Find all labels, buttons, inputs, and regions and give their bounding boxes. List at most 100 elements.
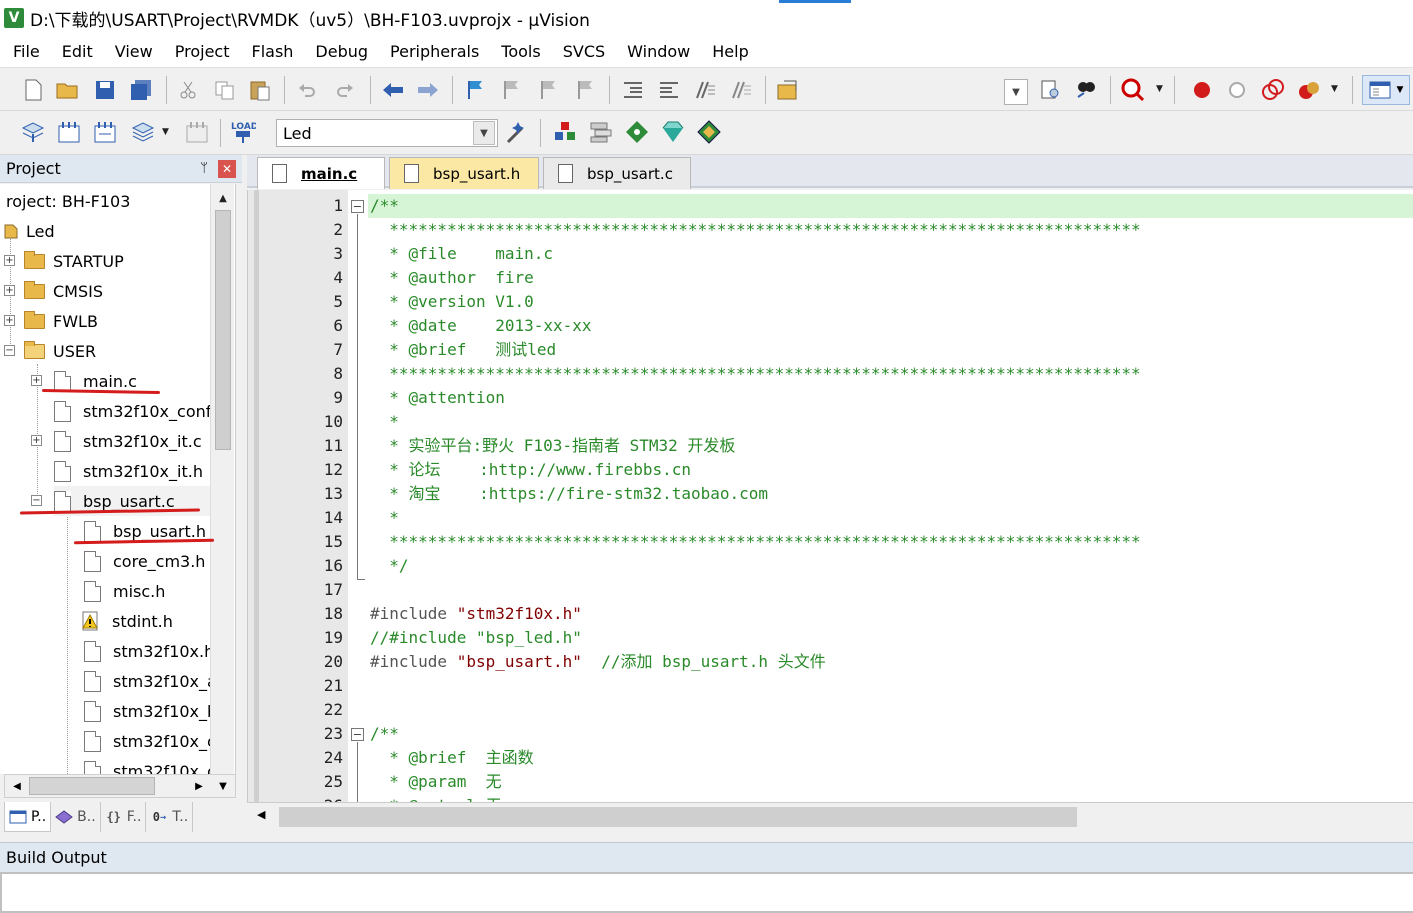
insert-breakpoint-icon[interactable] bbox=[1189, 77, 1215, 103]
menu-peripherals[interactable]: Peripherals bbox=[379, 42, 490, 61]
select-packs-icon[interactable] bbox=[624, 119, 650, 145]
fold-toggle-line-1[interactable]: − bbox=[351, 200, 364, 213]
collapse-user-toggle[interactable]: − bbox=[4, 345, 15, 356]
editor-tab-main-c[interactable]: main.c bbox=[257, 157, 385, 189]
tree-include-stdint[interactable]: stdint.h bbox=[80, 606, 173, 636]
editor-tab-bsp-usart-h[interactable]: bsp_usart.h bbox=[389, 157, 539, 189]
expand-main-c-toggle[interactable]: + bbox=[31, 375, 42, 386]
scroll-down-arrow[interactable]: ▼ bbox=[215, 778, 231, 794]
clear-bookmarks-icon[interactable] bbox=[572, 77, 598, 103]
next-bookmark-icon[interactable] bbox=[535, 77, 561, 103]
breakpoints-dropdown-arrow[interactable]: ▼ bbox=[1331, 84, 1338, 94]
tree-include-stm32f10x-c[interactable]: stm32f10x_c bbox=[84, 726, 216, 756]
disable-breakpoint-icon[interactable] bbox=[1224, 77, 1250, 103]
menu-tools[interactable]: Tools bbox=[490, 42, 551, 61]
unindent-icon[interactable] bbox=[656, 77, 682, 103]
save-all-icon[interactable] bbox=[128, 77, 154, 103]
tree-include-misc[interactable]: misc.h bbox=[84, 576, 165, 606]
code-text[interactable]: /** ************************************… bbox=[370, 194, 1141, 802]
copy-icon[interactable] bbox=[212, 77, 238, 103]
tab-templates[interactable]: 0 → T.. bbox=[146, 802, 194, 832]
close-panel-icon[interactable]: ✕ bbox=[218, 159, 236, 178]
editor-horizontal-scrollbar[interactable]: ◀ bbox=[247, 802, 1413, 830]
tree-include-stm32f10x-b[interactable]: stm32f10x_b bbox=[84, 696, 217, 726]
open-folder-icon[interactable] bbox=[55, 77, 81, 103]
tree-include-stm32f10x-c2[interactable]: stm32f10x_c bbox=[84, 756, 216, 774]
expand-cmsis-toggle[interactable]: + bbox=[4, 285, 15, 296]
translate-icon[interactable] bbox=[20, 119, 46, 145]
rebuild-icon[interactable] bbox=[92, 119, 118, 145]
tree-file-it-c[interactable]: stm32f10x_it.c bbox=[54, 426, 202, 456]
undo-icon[interactable] bbox=[294, 77, 320, 103]
menu-edit[interactable]: Edit bbox=[51, 42, 104, 61]
disable-all-breakpoints-icon[interactable] bbox=[1260, 77, 1286, 103]
fold-toggle-line-23[interactable]: − bbox=[351, 728, 364, 741]
menu-flash[interactable]: Flash bbox=[240, 42, 304, 61]
tree-vertical-scrollbar[interactable]: ▲ bbox=[210, 184, 234, 774]
hscroll-thumb[interactable] bbox=[29, 777, 155, 795]
indent-icon[interactable] bbox=[620, 77, 646, 103]
scroll-right-arrow[interactable]: ▶ bbox=[191, 778, 207, 794]
manage-project-items-icon[interactable] bbox=[552, 119, 578, 145]
stop-build-icon[interactable] bbox=[184, 119, 210, 145]
tree-include-stm32f10x-h[interactable]: stm32f10x.h bbox=[84, 636, 214, 666]
insert-bookmark-icon[interactable] bbox=[462, 77, 488, 103]
tree-file-it-h[interactable]: stm32f10x_it.h bbox=[54, 456, 203, 486]
incremental-find-icon[interactable] bbox=[1073, 77, 1099, 103]
target-dropdown-arrow[interactable]: ▼ bbox=[473, 121, 495, 145]
previous-bookmark-icon[interactable] bbox=[498, 77, 524, 103]
menu-svcs[interactable]: SVCS bbox=[552, 42, 616, 61]
expand-fwlb-toggle[interactable]: + bbox=[4, 315, 15, 326]
build-output-pane[interactable] bbox=[0, 872, 1413, 913]
window-layout-icon[interactable]: ▼ bbox=[1362, 75, 1410, 105]
paste-icon[interactable] bbox=[247, 77, 273, 103]
comment-icon[interactable] bbox=[692, 77, 718, 103]
code-editor[interactable]: 1 2 3 4 5 6 7 8 9 10 11 12 13 14 15 16 17 18 19 20 21 22 23 24 2… bbox=[247, 190, 1413, 802]
navigate-back-icon[interactable] bbox=[380, 77, 406, 103]
menu-window[interactable]: Window bbox=[616, 42, 701, 61]
menu-project[interactable]: Project bbox=[164, 42, 241, 61]
build-icon[interactable] bbox=[56, 119, 82, 145]
tree-group-user[interactable]: USER bbox=[24, 336, 96, 366]
tree-include-core-cm3[interactable]: core_cm3.h bbox=[84, 546, 205, 576]
menu-file[interactable]: File bbox=[0, 42, 51, 61]
debug-session-icon[interactable] bbox=[1120, 77, 1146, 103]
file-extensions-icon[interactable] bbox=[588, 119, 614, 145]
tree-group-cmsis[interactable]: CMSIS bbox=[24, 276, 103, 306]
target-selector[interactable]: Led ▼ bbox=[276, 119, 498, 147]
tree-group-fwlb[interactable]: FWLB bbox=[24, 306, 98, 336]
tree-project-root[interactable]: roject: BH-F103 bbox=[6, 186, 130, 216]
batch-dropdown-arrow[interactable]: ▼ bbox=[162, 127, 169, 137]
target-options-icon[interactable] bbox=[504, 119, 530, 145]
tree-target-led[interactable]: Led bbox=[4, 216, 55, 246]
expand-startup-toggle[interactable]: + bbox=[4, 255, 15, 266]
editor-tab-bsp-usart-c[interactable]: bsp_usart.c bbox=[543, 157, 691, 189]
debug-dropdown-arrow[interactable]: ▼ bbox=[1156, 84, 1163, 94]
navigate-forward-icon[interactable] bbox=[415, 77, 441, 103]
scroll-left-arrow[interactable]: ◀ bbox=[9, 778, 25, 794]
find-in-files-icon[interactable] bbox=[775, 77, 801, 103]
menu-help[interactable]: Help bbox=[701, 42, 759, 61]
tree-file-conf[interactable]: stm32f10x_conf bbox=[54, 396, 211, 426]
manage-rte-icon[interactable] bbox=[696, 119, 722, 145]
new-file-icon[interactable] bbox=[20, 77, 46, 103]
batch-build-icon[interactable] bbox=[130, 119, 156, 145]
tree-group-startup[interactable]: STARTUP bbox=[24, 246, 124, 276]
editor-hscroll-thumb[interactable] bbox=[279, 807, 1077, 827]
kill-all-breakpoints-icon[interactable] bbox=[1296, 77, 1322, 103]
pack-installer-icon[interactable] bbox=[660, 119, 686, 145]
find-combo-dropdown[interactable]: ▼ bbox=[1004, 79, 1028, 105]
uncomment-icon[interactable] bbox=[728, 77, 754, 103]
save-icon[interactable] bbox=[92, 77, 118, 103]
tree-horizontal-scrollbar[interactable]: ◀ ▶ ▼ bbox=[4, 774, 236, 798]
collapse-bsp-usart-c-toggle[interactable]: − bbox=[31, 495, 42, 506]
pin-icon[interactable]: ᛘ bbox=[200, 161, 208, 176]
scroll-left-arrow[interactable]: ◀ bbox=[257, 808, 265, 821]
tab-project[interactable]: P.. bbox=[4, 802, 52, 832]
download-load-icon[interactable]: LOAD bbox=[230, 119, 256, 145]
expand-it-c-toggle[interactable]: + bbox=[31, 435, 42, 446]
tree-include-stm32f10x-a[interactable]: stm32f10x_a bbox=[84, 666, 217, 696]
tab-functions[interactable]: {} F.. bbox=[101, 802, 147, 832]
tab-books[interactable]: B.. bbox=[51, 802, 101, 832]
cut-icon[interactable] bbox=[175, 77, 201, 103]
